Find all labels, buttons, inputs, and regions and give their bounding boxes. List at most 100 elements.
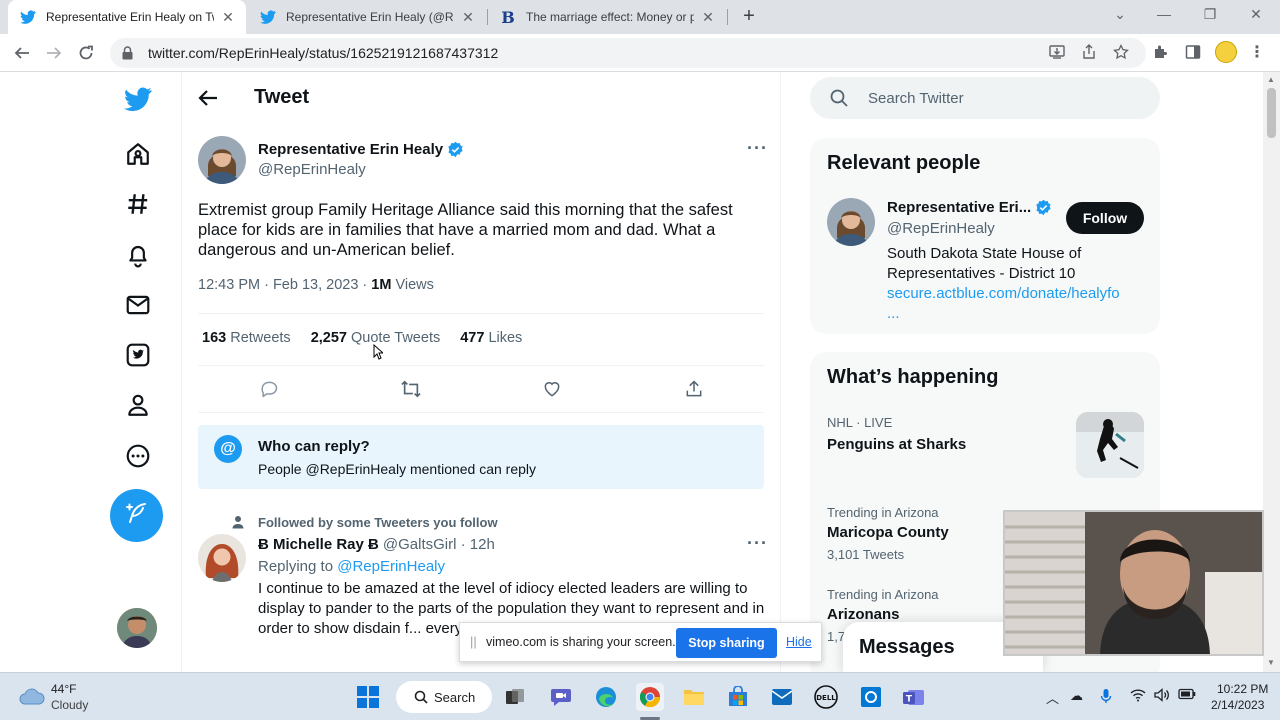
cortana-app-icon[interactable] [857, 683, 885, 711]
scroll-up-arrow-icon[interactable]: ▲ [1267, 75, 1275, 84]
tweet-timestamp[interactable]: 12:43 PM · Feb 13, 2023 · [198, 277, 371, 293]
more-options-icon[interactable]: ··· [747, 533, 768, 554]
reply-author-avatar[interactable] [198, 534, 246, 582]
weather-temp[interactable]: 44°F [51, 682, 76, 696]
address-bar[interactable]: twitter.com/RepErinHealy/status/16252191… [110, 38, 1146, 68]
follow-button[interactable]: Follow [1066, 202, 1144, 234]
verified-badge-icon [1035, 199, 1052, 216]
compose-tweet-button[interactable] [110, 489, 163, 542]
retweet-icon[interactable] [400, 378, 422, 400]
chrome-browser-icon[interactable] [636, 683, 664, 711]
search-input[interactable]: Search Twitter [810, 77, 1160, 119]
stop-sharing-button[interactable]: Stop sharing [676, 628, 777, 658]
back-arrow-icon[interactable] [198, 86, 220, 110]
wifi-icon[interactable] [1130, 688, 1146, 705]
minimize-icon[interactable]: — [1154, 6, 1174, 22]
more-circle-icon[interactable] [123, 441, 153, 471]
battery-icon[interactable] [1178, 688, 1196, 703]
profile-person-icon[interactable] [123, 390, 153, 420]
author-avatar[interactable] [198, 136, 246, 184]
drag-grip-icon[interactable]: || [470, 634, 477, 649]
side-panel-icon[interactable] [1182, 41, 1204, 63]
edge-browser-icon[interactable] [592, 683, 620, 711]
bookmark-star-icon[interactable] [1110, 41, 1132, 63]
volume-speaker-icon[interactable] [1154, 688, 1170, 705]
page-scrollbar[interactable]: ▲ ▼ [1263, 72, 1280, 672]
share-upload-icon[interactable] [683, 378, 705, 400]
twitter-blue-icon[interactable] [123, 340, 153, 370]
home-icon[interactable] [123, 139, 153, 169]
my-account-avatar[interactable] [117, 608, 157, 648]
webcam-overlay[interactable] [1003, 510, 1264, 656]
at-sign-icon: @ [214, 435, 242, 463]
likes-stat[interactable]: 477 Likes [460, 330, 522, 346]
replying-handle-link[interactable]: @RepErinHealy [337, 558, 445, 575]
bio-link[interactable]: secure.actblue.com/donate/healyfo [887, 285, 1120, 302]
notifications-bell-icon[interactable] [123, 240, 153, 270]
scrollbar-thumb[interactable] [1267, 88, 1276, 138]
relevant-person-name[interactable]: Representative Eri... [887, 199, 1052, 216]
browser-tab-bar: Representative Erin Healy on Twi ✕ Repre… [0, 0, 1280, 34]
trend-name[interactable]: Penguins at Sharks [827, 436, 966, 453]
new-tab-button[interactable]: + [738, 6, 760, 28]
teams-chat-icon[interactable] [547, 683, 575, 711]
cloud-icon[interactable] [18, 685, 46, 709]
quotes-count: 2,257 [310, 330, 347, 346]
browser-tab-2[interactable]: Representative Erin Healy (@Rep ✕ [248, 0, 486, 34]
clock-time[interactable]: 10:22 PM [1217, 682, 1268, 696]
forward-arrow-icon[interactable] [42, 41, 66, 65]
trend-name[interactable]: Arizonans [827, 606, 900, 623]
share-message: vimeo.com is sharing your screen. [486, 635, 676, 649]
reload-icon[interactable] [74, 41, 98, 65]
back-arrow-icon[interactable] [10, 41, 34, 65]
mail-icon[interactable] [768, 683, 796, 711]
microphone-icon[interactable] [1100, 688, 1112, 707]
windows-start-icon[interactable] [354, 683, 382, 711]
close-icon[interactable]: ✕ [220, 9, 236, 26]
browser-tab-3[interactable]: B The marriage effect: Money or pa ✕ [488, 0, 726, 34]
restore-icon[interactable]: ❐ [1200, 6, 1220, 23]
author-handle[interactable]: @RepErinHealy [258, 161, 366, 178]
show-hidden-icons-chevron-icon[interactable]: ︿ [1046, 688, 1059, 707]
explore-hashtag-icon[interactable] [123, 189, 153, 219]
retweets-stat[interactable]: 163 Retweets [202, 330, 291, 346]
reply-icon[interactable] [258, 378, 280, 400]
bio-link-more[interactable]: ... [887, 305, 900, 322]
teams-icon[interactable]: T [900, 683, 928, 711]
relevant-person-handle[interactable]: @RepErinHealy [887, 220, 995, 237]
browser-tab-1[interactable]: Representative Erin Healy on Twi ✕ [8, 0, 246, 34]
kebab-menu-icon[interactable]: ⋮ [1246, 41, 1268, 63]
task-view-icon[interactable] [501, 683, 529, 711]
reply-author-name[interactable]: Ƀ Michelle Ray Ƀ @GaltsGirl · 12h [258, 536, 495, 553]
install-icon[interactable] [1046, 41, 1068, 63]
more-options-icon[interactable]: ··· [747, 138, 768, 159]
messages-envelope-icon[interactable] [123, 290, 153, 320]
taskbar-search-button[interactable]: Search [396, 681, 492, 713]
close-icon[interactable]: ✕ [700, 9, 716, 26]
file-explorer-icon[interactable] [680, 683, 708, 711]
close-window-icon[interactable]: ✕ [1246, 6, 1266, 23]
relevant-person-bio: South Dakota State House of Representati… [887, 244, 1147, 324]
trend-name[interactable]: Maricopa County [827, 524, 949, 541]
trend-image[interactable] [1076, 412, 1144, 478]
relevant-person-avatar[interactable] [827, 198, 875, 246]
tab-separator [727, 9, 728, 25]
twitter-logo-icon[interactable] [123, 84, 153, 114]
share-icon[interactable] [1078, 41, 1100, 63]
author-name[interactable]: Representative Erin Healy [258, 141, 464, 158]
tab-search-icon[interactable]: ⌄ [1110, 6, 1130, 23]
hide-link[interactable]: Hide [786, 635, 812, 649]
extensions-puzzle-icon[interactable] [1150, 41, 1172, 63]
onedrive-cloud-icon[interactable]: ☁ [1070, 688, 1083, 704]
browser-profile-avatar[interactable] [1215, 41, 1237, 63]
followed-by-note: Followed by some Tweeters you follow [258, 515, 498, 530]
lock-icon[interactable] [122, 46, 136, 60]
bold-b-icon: B [501, 7, 515, 27]
close-icon[interactable]: ✕ [460, 9, 476, 26]
microsoft-store-icon[interactable] [724, 683, 752, 711]
scroll-down-arrow-icon[interactable]: ▼ [1267, 658, 1275, 667]
weather-condition[interactable]: Cloudy [51, 698, 88, 712]
dell-icon[interactable]: DELL [812, 683, 840, 711]
like-heart-icon[interactable] [541, 378, 563, 400]
clock-date[interactable]: 2/14/2023 [1211, 698, 1264, 712]
